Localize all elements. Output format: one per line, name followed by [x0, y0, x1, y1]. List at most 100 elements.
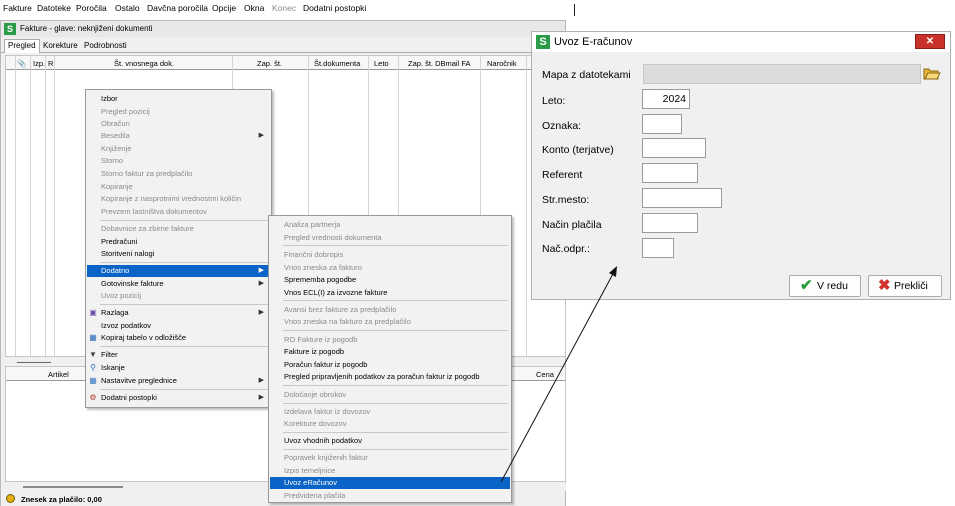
menu-item-gotovinske-fakture[interactable]: Gotovinske fakture ▶: [87, 278, 270, 290]
oznaka-input[interactable]: [642, 114, 682, 134]
folder-open-icon[interactable]: [923, 65, 941, 82]
submenu-item-uvoz-eracunov[interactable]: Uvoz eRačunov: [270, 477, 510, 489]
submenu-item-sprememba-pogodbe[interactable]: Sprememba pogodbe: [270, 274, 510, 286]
menu-item-filter[interactable]: ▼ Filter: [87, 349, 270, 361]
scrollbar-thumb[interactable]: [23, 486, 123, 488]
menu-item-knjizenje[interactable]: Knjiženje: [87, 143, 270, 155]
nac-odpr-input[interactable]: [642, 238, 674, 258]
menu-item-label: Sprememba pogodbe: [284, 275, 357, 284]
submenu-item-avansi[interactable]: Avansi brez fakture za predplačilo: [270, 304, 510, 316]
attachment-icon: 📎: [17, 59, 27, 68]
menu-item-storitveni-nalogi[interactable]: Storitveni nalogi: [87, 248, 270, 260]
close-button[interactable]: ✕: [915, 34, 945, 49]
menu-fakture[interactable]: Fakture: [3, 3, 32, 13]
submenu-item-vnos-zneska-fakturo[interactable]: Vnos zneska za fakturo: [270, 262, 510, 274]
menu-item-label: Pregled pozicij: [101, 107, 150, 116]
submenu-item-vnos-zneska-predplacilo[interactable]: Vnos zneska na fakturo za predplačilo: [270, 316, 510, 328]
tab-korekture[interactable]: Korekture: [43, 41, 78, 50]
submenu-item-popravek-knjizenih[interactable]: Popravek knjiženih faktur: [270, 452, 510, 464]
menu-separator: [283, 245, 508, 246]
menu-item-label: Vnos zneska na fakturo za predplačilo: [284, 317, 411, 326]
grid-line: [54, 56, 55, 356]
text-cursor: [574, 4, 575, 16]
column-zap-st-dbmail-fa[interactable]: Zap. št. DBmail FA: [408, 59, 471, 68]
tab-podrobnosti[interactable]: Podrobnosti: [84, 41, 127, 50]
menu-item-predracuni[interactable]: Predračuni: [87, 236, 270, 248]
menu-item-iskanje[interactable]: ⚲ Iskanje: [87, 362, 270, 374]
menu-item-label: Dodatno: [101, 266, 130, 275]
menu-konec[interactable]: Konec: [272, 3, 296, 13]
menu-item-kopiraj-tabelo[interactable]: ▦ Kopiraj tabelo v odložišče: [87, 332, 270, 344]
strmesto-input[interactable]: [642, 188, 722, 208]
menu-opcije[interactable]: Opcije: [212, 3, 236, 13]
menu-item-label: Kopiranje z nasprotnimi vrednostmi količ…: [101, 194, 242, 203]
menu-item-label: Izbor: [101, 94, 118, 103]
submenu-item-dolocanje-obrokov[interactable]: Določanje obrokov: [270, 389, 510, 401]
menu-item-obracun[interactable]: Obračun: [87, 118, 270, 130]
menu-item-dodatno[interactable]: Dodatno ▶: [87, 265, 270, 277]
menu-item-dodatni-postopki[interactable]: ⚙ Dodatni postopki ▶: [87, 392, 270, 404]
menu-separator: [100, 304, 268, 305]
column-leto[interactable]: Leto: [374, 59, 389, 68]
submenu-item-pregled-pripravljenih[interactable]: Pregled pripravljenih podatkov za poraču…: [270, 371, 510, 383]
menu-dodatni-postopki[interactable]: Dodatni postopki: [303, 3, 366, 13]
menu-item-pregled-pozicij[interactable]: Pregled pozicij: [87, 106, 270, 118]
menu-item-label: Izvoz podatkov: [101, 321, 152, 330]
leto-input[interactable]: [642, 89, 690, 109]
status-amount: Znesek za plačilo: 0,00: [21, 495, 102, 504]
column-st-dokumenta[interactable]: Št.dokumenta: [314, 59, 360, 68]
mapa-label: Mapa z datotekami: [542, 69, 631, 81]
referent-input[interactable]: [642, 163, 698, 183]
menu-item-label: Vnos ECL(I) za izvozne fakture: [284, 288, 388, 297]
menu-item-kopiranje[interactable]: Kopiranje: [87, 181, 270, 193]
submenu-item-ro-fakture[interactable]: RO Fakture iz pogodb: [270, 334, 510, 346]
submenu-item-fakture-iz-pogodb[interactable]: Fakture iz pogodb: [270, 346, 510, 358]
menu-datoteke[interactable]: Datoteke: [37, 3, 71, 13]
submenu-item-vnos-ecl[interactable]: Vnos ECL(I) za izvozne fakture: [270, 287, 510, 299]
menu-item-label: Pregled vrednosti dokumenta: [284, 233, 382, 242]
column-cena[interactable]: Cena: [536, 370, 554, 379]
submenu-item-korekture-dovozov[interactable]: Korekture dovozov: [270, 418, 510, 430]
ok-button[interactable]: ✔ V redu: [789, 275, 861, 297]
menu-item-label: Finančni dobropis: [284, 250, 344, 259]
nacin-placila-input[interactable]: [642, 213, 698, 233]
menu-item-kopiranje-nasprotne[interactable]: Kopiranje z nasprotnimi vrednostmi količ…: [87, 193, 270, 205]
uvoz-eracunov-dialog: S Uvoz E-računov ✕ Mapa z datotekami Let…: [531, 31, 951, 300]
menu-ostalo[interactable]: Ostalo: [115, 3, 140, 13]
konto-input[interactable]: [642, 138, 706, 158]
tab-pregled[interactable]: Pregled: [4, 39, 40, 53]
menu-item-prevzem-lastnistva[interactable]: Prevzem lastništva dokumentov: [87, 206, 270, 218]
menu-porocila[interactable]: Poročila: [76, 3, 107, 13]
column-izp[interactable]: Izp.: [33, 59, 45, 68]
submenu-item-poracun-faktur[interactable]: Poračun faktur iz pogodb: [270, 359, 510, 371]
submenu-item-pregled-vrednosti[interactable]: Pregled vrednosti dokumenta: [270, 232, 510, 244]
submenu-item-uvoz-vhodnih[interactable]: Uvoz vhodnih podatkov: [270, 435, 510, 447]
menu-item-izvoz-podatkov[interactable]: Izvoz podatkov: [87, 320, 270, 332]
menu-davcna-porocila[interactable]: Davčna poročila: [147, 3, 208, 13]
menu-item-nastavitve-preglednice[interactable]: ▦ Nastavitve preglednice ▶: [87, 375, 270, 387]
menu-item-izbor[interactable]: Izbor: [87, 93, 270, 105]
menu-item-label: Analiza partnerja: [284, 220, 341, 229]
menu-item-storno-faktur-predplacilo[interactable]: Storno faktur za predplačilo: [87, 168, 270, 180]
submenu-item-izpis-temeljnice[interactable]: Izpis temeljnice: [270, 465, 510, 477]
menu-okna[interactable]: Okna: [244, 3, 264, 13]
menu-item-dobavnice-zbirne[interactable]: Dobavnice za zbirne fakture: [87, 223, 270, 235]
submenu-item-predvidena-placila[interactable]: Predvidena plačila: [270, 490, 510, 502]
column-zap-st[interactable]: Zap. št.: [257, 59, 282, 68]
menu-item-razlaga[interactable]: ▣ Razlaga ▶: [87, 307, 270, 319]
column-st-vnosnega-dok[interactable]: Št. vnosnega dok.: [114, 59, 174, 68]
mapa-input[interactable]: [643, 64, 921, 84]
menu-item-uvoz-pozicij[interactable]: Uvoz pozicij: [87, 290, 270, 302]
menu-item-label: Izdelava faktur iz dovozov: [284, 407, 371, 416]
submenu-item-analiza-partnerja[interactable]: Analiza partnerja: [270, 219, 510, 231]
submenu-item-financni-dobropis[interactable]: Finančni dobropis: [270, 249, 510, 261]
cancel-button[interactable]: ✖ Prekliči: [868, 275, 942, 297]
menu-separator: [100, 346, 268, 347]
column-artikel[interactable]: Artikel: [48, 370, 69, 379]
menu-item-storno[interactable]: Storno: [87, 155, 270, 167]
menu-separator: [100, 389, 268, 390]
column-narocnik[interactable]: Naročnik: [487, 59, 517, 68]
column-r[interactable]: R: [48, 59, 53, 68]
submenu-item-izdelava-faktur[interactable]: Izdelava faktur iz dovozov: [270, 406, 510, 418]
menu-item-besedila[interactable]: Besedila ▶: [87, 130, 270, 142]
